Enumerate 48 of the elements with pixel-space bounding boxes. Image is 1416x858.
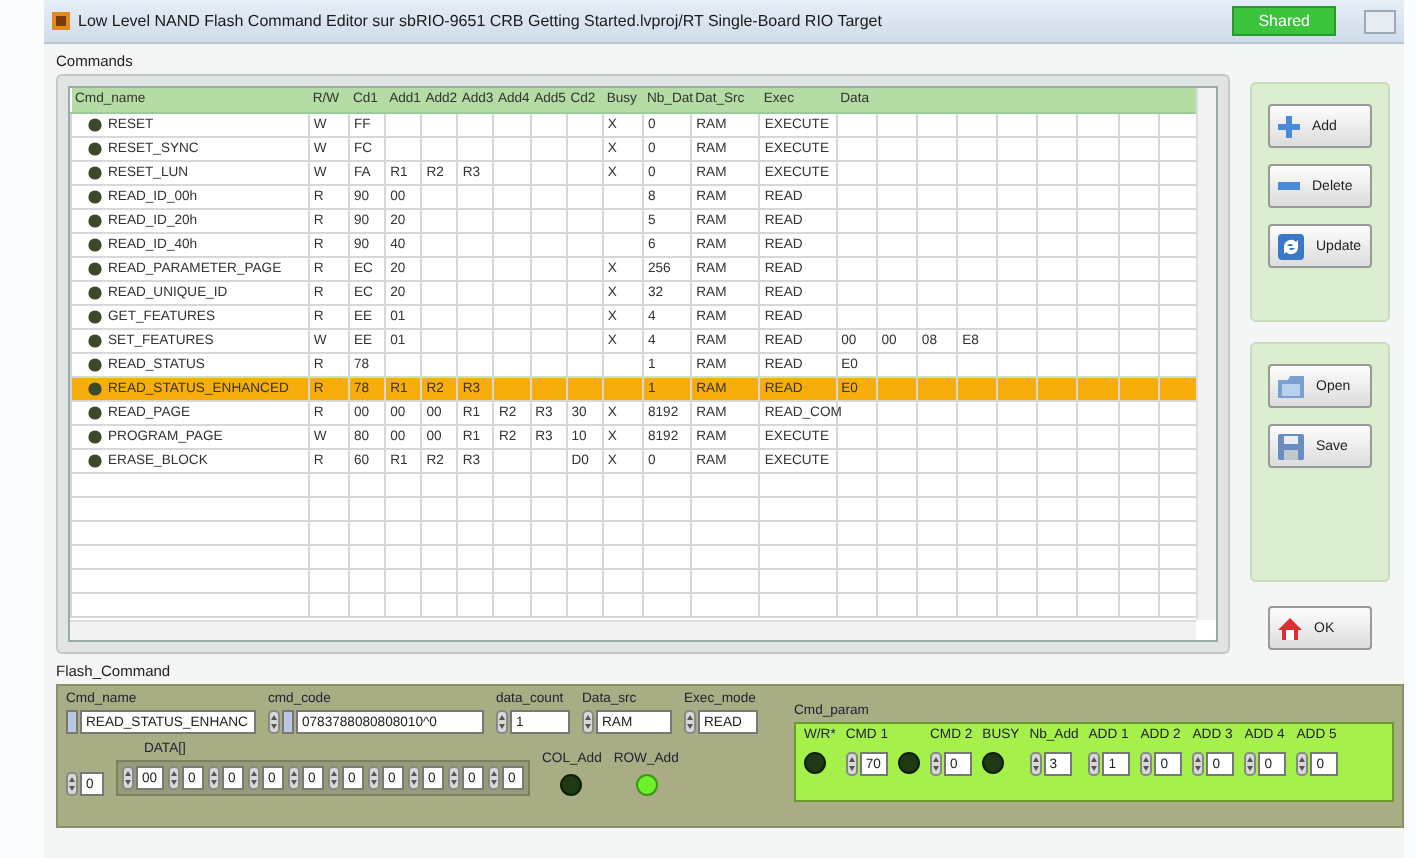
bullet-icon bbox=[88, 381, 102, 395]
spinner-icon[interactable] bbox=[496, 710, 508, 734]
spinner-icon[interactable] bbox=[845, 752, 858, 776]
spinner-icon[interactable] bbox=[208, 766, 220, 790]
spinner-icon[interactable] bbox=[122, 766, 134, 790]
bullet-icon bbox=[88, 333, 102, 347]
spinner-icon[interactable] bbox=[1029, 752, 1042, 776]
bullet-icon bbox=[88, 261, 102, 275]
spinner-icon[interactable] bbox=[1140, 752, 1153, 776]
spinner-icon[interactable] bbox=[684, 710, 696, 734]
bullet-icon bbox=[88, 405, 102, 419]
spinner-icon[interactable] bbox=[1296, 752, 1309, 776]
app-icon bbox=[52, 12, 70, 30]
spinner-icon[interactable] bbox=[930, 752, 943, 776]
spinner-icon[interactable] bbox=[248, 766, 260, 790]
status-badge: Shared bbox=[1232, 6, 1336, 36]
spinner-icon[interactable] bbox=[288, 766, 300, 790]
bullet-icon bbox=[88, 285, 102, 299]
bullet-icon bbox=[88, 165, 102, 179]
spinner-icon[interactable] bbox=[1244, 752, 1257, 776]
window-title: Low Level NAND Flash Command Editor sur sbRIO-9651 CRB Getting Started.lvproj/RT Single-Board RIO Target bbox=[78, 12, 884, 30]
bullet-icon bbox=[88, 117, 102, 131]
minus-icon bbox=[1278, 182, 1300, 190]
bullet-icon bbox=[88, 429, 102, 443]
spinner-icon[interactable] bbox=[268, 710, 280, 734]
bullet-icon bbox=[88, 357, 102, 371]
spinner-icon[interactable] bbox=[448, 766, 460, 790]
bullet-icon bbox=[88, 453, 102, 467]
index-marker bbox=[282, 710, 294, 734]
spinner-icon[interactable] bbox=[1088, 752, 1101, 776]
spinner-icon[interactable] bbox=[1192, 752, 1205, 776]
bullet-icon bbox=[88, 141, 102, 155]
index-marker bbox=[66, 710, 78, 734]
spinner-icon[interactable] bbox=[168, 766, 180, 790]
bullet-icon bbox=[88, 213, 102, 227]
spinner-icon[interactable] bbox=[408, 766, 420, 790]
spinner-icon[interactable] bbox=[368, 766, 380, 790]
bullet-icon bbox=[88, 309, 102, 323]
plus-icon bbox=[1278, 115, 1300, 137]
bullet-icon bbox=[88, 189, 102, 203]
house-icon bbox=[1278, 617, 1302, 639]
bullet-icon bbox=[88, 237, 102, 251]
spinner-icon[interactable] bbox=[488, 766, 500, 790]
folder-icon bbox=[1278, 374, 1304, 398]
spinner-icon[interactable] bbox=[66, 772, 78, 796]
spinner-icon[interactable] bbox=[582, 710, 594, 734]
refresh-icon bbox=[1278, 233, 1304, 259]
spinner-icon[interactable] bbox=[328, 766, 340, 790]
